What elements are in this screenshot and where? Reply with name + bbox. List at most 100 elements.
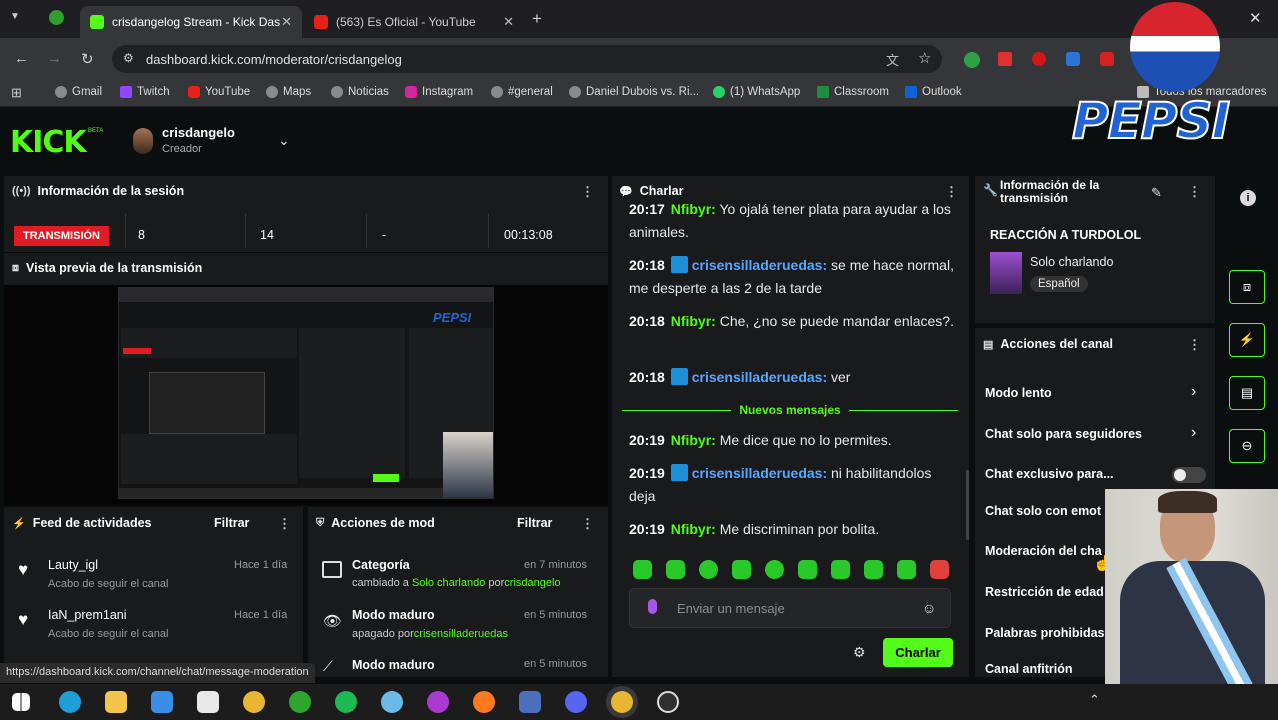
stream-preview-thumbnail[interactable]: PEPSI <box>118 287 494 499</box>
reload-icon[interactable]: ↻ <box>81 50 94 68</box>
emote-icon[interactable] <box>864 560 883 579</box>
session-more-icon[interactable]: ⋮ <box>581 184 594 200</box>
mod-filter-button[interactable]: Filtrar <box>517 516 552 530</box>
app-icon[interactable] <box>381 691 403 713</box>
forward-icon[interactable]: → <box>47 50 62 67</box>
new-tab-icon[interactable]: + <box>532 9 542 29</box>
bookmark-youtube[interactable]: YouTube <box>188 86 250 98</box>
xbox-icon[interactable] <box>49 10 64 25</box>
emote-icon[interactable] <box>633 560 652 579</box>
extension-icon[interactable] <box>964 52 980 68</box>
send-chat-button[interactable]: Charlar <box>883 638 953 667</box>
extension-icon[interactable] <box>998 52 1012 66</box>
discord-icon[interactable] <box>565 691 587 713</box>
firefox-icon[interactable] <box>473 691 495 713</box>
bookmark-instagram[interactable]: Instagram <box>405 86 473 98</box>
message-username[interactable]: Nfibyr <box>671 521 711 537</box>
store-icon[interactable] <box>197 691 219 713</box>
apps-grid-icon[interactable]: ⊞ <box>11 85 22 101</box>
message-username[interactable]: Nfibyr <box>671 432 711 448</box>
chrome-active-icon[interactable] <box>611 691 633 713</box>
site-info-icon[interactable]: ⚙ <box>123 51 134 65</box>
file-explorer-icon[interactable] <box>105 691 127 713</box>
subscribers-only-item[interactable]: Chat exclusivo para... <box>985 467 1114 481</box>
mod-more-icon[interactable]: ⋮ <box>581 516 594 532</box>
tray-chevron-up-icon[interactable]: ⌃ <box>1089 692 1100 708</box>
emote-only-item[interactable]: Chat solo con emot <box>985 504 1101 518</box>
host-channel-item[interactable]: Canal anfitrión <box>985 662 1073 676</box>
edit-pencil-icon[interactable]: ✎ <box>1151 185 1162 201</box>
bookmark-star-icon[interactable]: ☆ <box>918 49 931 67</box>
bookmark-classroom[interactable]: Classroom <box>817 86 889 98</box>
activity-filter-button[interactable]: Filtrar <box>214 516 249 530</box>
close-tab-icon[interactable]: ✕ <box>503 14 514 30</box>
chevron-right-icon[interactable]: › <box>1191 424 1196 442</box>
mod-detail-user[interactable]: crisdangelo <box>504 577 560 589</box>
bookmark-twitch[interactable]: Twitch <box>120 86 170 98</box>
emote-icon[interactable] <box>897 560 916 579</box>
emote-icon[interactable] <box>666 560 685 579</box>
obs-icon[interactable] <box>657 691 679 713</box>
subscribers-only-toggle[interactable] <box>1172 467 1206 483</box>
emote-icon[interactable] <box>732 560 751 579</box>
kick-logo[interactable]: KICK <box>10 125 87 160</box>
xbox-app-icon[interactable] <box>289 691 311 713</box>
emoji-picker-icon[interactable]: ☺ <box>922 600 936 616</box>
bookmark-noticias[interactable]: Noticias <box>331 86 389 98</box>
extension-icon[interactable] <box>1032 52 1046 66</box>
chevron-right-icon[interactable]: › <box>1191 383 1196 401</box>
chat-scroll-area[interactable]: 20:17 Nfibyr: Yo ojalá tener plata para … <box>612 200 969 550</box>
slow-mode-item[interactable]: Modo lento <box>985 386 1052 400</box>
category-name[interactable]: Solo charlando <box>1030 255 1113 269</box>
channel-switch-chevron-down-icon[interactable]: ⌄ <box>278 132 290 149</box>
url-input[interactable]: ⚙ dashboard.kick.com/moderator/crisdange… <box>112 45 942 73</box>
chat-scrollbar[interactable] <box>966 470 969 540</box>
message-username[interactable]: Nfibyr <box>671 313 711 329</box>
bookmark-dubois[interactable]: Daniel Dubois vs. Ri... <box>569 86 699 98</box>
chrome-icon[interactable] <box>243 691 265 713</box>
tab-list-icon[interactable]: ▼ <box>10 11 20 22</box>
emote-icon[interactable] <box>765 560 784 579</box>
mod-detail-user[interactable]: crisensilladeruedas <box>414 628 508 640</box>
chat-moderation-item[interactable]: Moderación del cha <box>985 544 1102 558</box>
chat-more-icon[interactable]: ⋮ <box>945 184 958 200</box>
quick-action-preview-button[interactable]: ⧈ <box>1229 270 1265 304</box>
bookmark-gmail[interactable]: Gmail <box>55 86 102 98</box>
emote-icon[interactable] <box>930 560 949 579</box>
extension-icon[interactable] <box>1066 52 1080 66</box>
canva-icon[interactable] <box>427 691 449 713</box>
bookmark-whatsapp[interactable]: (1) WhatsApp <box>713 86 800 98</box>
bookmark-general[interactable]: #general <box>491 86 553 98</box>
quick-action-bolt-button[interactable]: ⚡ <box>1229 323 1265 357</box>
close-tab-icon[interactable]: ✕ <box>281 14 292 30</box>
channel-actions-more-icon[interactable]: ⋮ <box>1188 337 1201 353</box>
activity-user[interactable]: Lauty_igl <box>48 558 98 572</box>
emote-icon[interactable] <box>831 560 850 579</box>
extension-icon[interactable] <box>1100 52 1114 66</box>
emote-icon[interactable] <box>798 560 817 579</box>
message-username[interactable]: crisensilladeruedas <box>692 465 823 481</box>
message-username[interactable]: crisensilladeruedas <box>692 257 823 273</box>
followers-only-item[interactable]: Chat solo para seguidores <box>985 427 1142 441</box>
windows-start-icon[interactable] <box>12 693 30 711</box>
back-icon[interactable]: ← <box>14 50 29 67</box>
stream-info-more-icon[interactable]: ⋮ <box>1188 184 1201 200</box>
bookmark-maps[interactable]: Maps <box>266 86 311 98</box>
message-username[interactable]: crisensilladeruedas <box>692 369 823 385</box>
quick-action-chat-button[interactable]: ⊖ <box>1229 429 1265 463</box>
quick-action-notes-button[interactable]: ▤ <box>1229 376 1265 410</box>
chat-settings-gear-icon[interactable]: ⚙ <box>853 644 866 661</box>
app-icon[interactable] <box>519 691 541 713</box>
info-icon[interactable]: i <box>1240 190 1256 206</box>
message-username[interactable]: Nfibyr <box>671 201 711 217</box>
tab-kick[interactable]: crisdangelog Stream - Kick Das ✕ <box>80 6 302 38</box>
age-restriction-item[interactable]: Restricción de edad <box>985 585 1104 599</box>
activity-user[interactable]: IaN_prem1ani <box>48 608 127 622</box>
edge-icon[interactable] <box>59 691 81 713</box>
banned-words-item[interactable]: Palabras prohibidas <box>985 626 1104 640</box>
tab-youtube[interactable]: (563) Es Oficial - YouTube ✕ <box>304 6 524 38</box>
translate-icon[interactable]: 文 <box>886 50 899 69</box>
window-close-icon[interactable]: ✕ <box>1249 9 1262 27</box>
spotify-icon[interactable] <box>335 691 357 713</box>
mail-icon[interactable] <box>151 691 173 713</box>
